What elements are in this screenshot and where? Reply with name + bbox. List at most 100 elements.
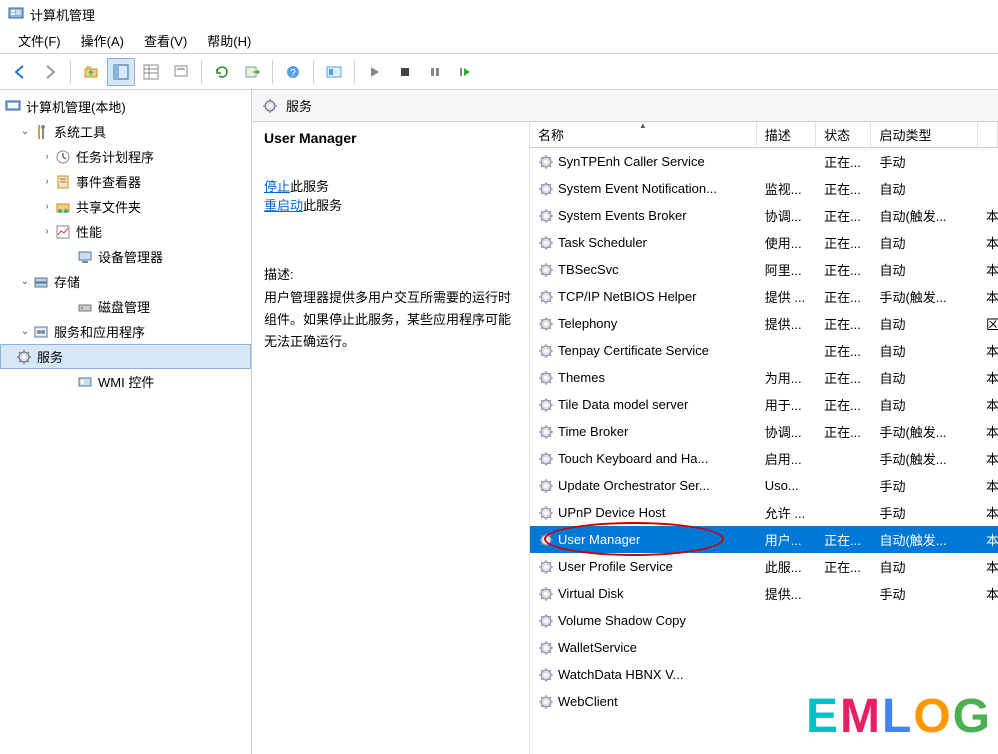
tree-storage[interactable]: ⌄ 存储 [0, 269, 251, 294]
wmi-icon [76, 374, 94, 390]
service-status: 正在... [816, 260, 871, 279]
collapse-icon[interactable]: ⌄ [18, 276, 32, 287]
service-name: User Profile Service [558, 559, 673, 574]
refresh-button[interactable] [208, 58, 236, 86]
gear-icon [538, 397, 554, 413]
tree-disk-management[interactable]: 磁盘管理 [0, 294, 251, 319]
expand-icon[interactable]: › [40, 151, 54, 162]
tree-system-tools[interactable]: ⌄ 系统工具 [0, 119, 251, 144]
service-desc: 协调... [757, 206, 816, 225]
tree-performance[interactable]: › 性能 [0, 219, 251, 244]
service-row[interactable]: Update Orchestrator Ser...Uso...手动本 [530, 472, 998, 499]
list-body[interactable]: SynTPEnh Caller Service正在...手动System Eve… [530, 148, 998, 754]
gear-icon [538, 181, 554, 197]
expand-icon[interactable]: › [40, 226, 54, 237]
col-desc[interactable]: 描述 [757, 122, 816, 147]
service-row[interactable]: SynTPEnh Caller Service正在...手动 [530, 148, 998, 175]
service-row[interactable]: Touch Keyboard and Ha...启用...手动(触发...本 [530, 445, 998, 472]
restart-button[interactable] [451, 58, 479, 86]
details-button[interactable] [137, 58, 165, 86]
service-row[interactable]: Themes为用...正在...自动本 [530, 364, 998, 391]
description-text: 用户管理器提供多用户交互所需要的运行时组件。如果停止此服务，某些应用程序可能无法… [264, 287, 517, 353]
tree-root[interactable]: 计算机管理(本地) [0, 94, 251, 119]
col-name[interactable]: 名称 ▲ [530, 122, 757, 147]
expand-icon[interactable]: › [40, 201, 54, 212]
title-bar: 计算机管理 [0, 0, 998, 28]
service-status: 正在... [816, 206, 871, 225]
toolbar-separator [70, 60, 71, 84]
service-row[interactable]: TBSecSvc阿里...正在...自动本 [530, 256, 998, 283]
collapse-icon[interactable]: ⌄ [18, 126, 32, 137]
service-status: 正在... [816, 152, 871, 171]
service-row[interactable]: User Profile Service此服...正在...自动本 [530, 553, 998, 580]
tree-event-viewer[interactable]: › 事件查看器 [0, 169, 251, 194]
service-name: Task Scheduler [558, 235, 647, 250]
forward-button[interactable] [36, 58, 64, 86]
service-extra: 本 [978, 260, 998, 279]
service-row[interactable]: Volume Shadow Copy [530, 607, 998, 634]
col-startup[interactable]: 启动类型 [871, 122, 978, 147]
menu-action[interactable]: 操作(A) [71, 29, 134, 52]
service-desc: 用于... [757, 395, 816, 414]
service-row[interactable]: Telephony提供...正在...自动区 [530, 310, 998, 337]
tree-services[interactable]: 服务 [0, 344, 251, 369]
tree-device-manager[interactable]: 设备管理器 [0, 244, 251, 269]
gear-icon [538, 505, 554, 521]
col-status[interactable]: 状态 [816, 122, 871, 147]
restart-link[interactable]: 重启动 [264, 198, 303, 213]
service-name: Tile Data model server [558, 397, 688, 412]
tree-shared-folders[interactable]: › 共享文件夹 [0, 194, 251, 219]
back-button[interactable] [6, 58, 34, 86]
collapse-icon[interactable]: ⌄ [18, 326, 32, 337]
help-button[interactable]: ? [279, 58, 307, 86]
tools-icon [32, 124, 50, 140]
service-extra: 本 [978, 503, 998, 522]
right-header: 服务 [252, 90, 998, 122]
service-row[interactable]: Tile Data model server用于...正在...自动本 [530, 391, 998, 418]
service-row[interactable]: Task Scheduler使用...正在...自动本 [530, 229, 998, 256]
service-row[interactable]: System Events Broker协调...正在...自动(触发...本 [530, 202, 998, 229]
menu-help[interactable]: 帮助(H) [197, 29, 261, 52]
service-name: Update Orchestrator Ser... [558, 478, 710, 493]
toolbar-separator [313, 60, 314, 84]
service-row[interactable]: WatchData HBNX V... [530, 661, 998, 688]
tree-task-scheduler[interactable]: › 任务计划程序 [0, 144, 251, 169]
service-row[interactable]: WalletService [530, 634, 998, 661]
menu-view[interactable]: 查看(V) [134, 29, 197, 52]
service-startup: 自动(触发... [871, 530, 978, 549]
tree-label: 计算机管理(本地) [26, 97, 126, 116]
service-name: Touch Keyboard and Ha... [558, 451, 708, 466]
service-name: SynTPEnh Caller Service [558, 154, 705, 169]
up-folder-button[interactable] [77, 58, 105, 86]
navigation-tree[interactable]: 计算机管理(本地) ⌄ 系统工具 › 任务计划程序 › 事件查看器 › 共享文件… [0, 90, 252, 754]
service-row[interactable]: TCP/IP NetBIOS Helper提供 ...正在...手动(触发...… [530, 283, 998, 310]
stop-button[interactable] [391, 58, 419, 86]
export-button[interactable] [238, 58, 266, 86]
service-row[interactable]: WebClient [530, 688, 998, 715]
gear-icon [538, 532, 554, 548]
col-extra[interactable] [978, 122, 998, 147]
menu-file[interactable]: 文件(F) [8, 29, 71, 52]
service-row[interactable]: User Manager用户...正在...自动(触发...本 [530, 526, 998, 553]
right-header-title: 服务 [286, 96, 312, 115]
gear-icon [538, 694, 554, 710]
connect-button[interactable] [320, 58, 348, 86]
service-row[interactable]: Time Broker协调...正在...手动(触发...本 [530, 418, 998, 445]
stop-link[interactable]: 停止 [264, 179, 290, 194]
tree-services-apps[interactable]: ⌄ 服务和应用程序 [0, 319, 251, 344]
play-button[interactable] [361, 58, 389, 86]
service-row[interactable]: Virtual Disk提供...手动本 [530, 580, 998, 607]
service-row[interactable]: UPnP Device Host允许 ...手动本 [530, 499, 998, 526]
service-row[interactable]: Tenpay Certificate Service正在...自动本 [530, 337, 998, 364]
tree-label: 设备管理器 [98, 247, 163, 266]
gear-icon [538, 370, 554, 386]
expand-icon[interactable]: › [40, 176, 54, 187]
service-status: 正在... [816, 395, 871, 414]
pause-button[interactable] [421, 58, 449, 86]
service-name: Virtual Disk [558, 586, 624, 601]
show-hide-tree-button[interactable] [107, 58, 135, 86]
service-row[interactable]: System Event Notification...监视...正在...自动 [530, 175, 998, 202]
filter-button[interactable] [167, 58, 195, 86]
tree-wmi[interactable]: WMI 控件 [0, 369, 251, 394]
service-extra: 本 [978, 476, 998, 495]
